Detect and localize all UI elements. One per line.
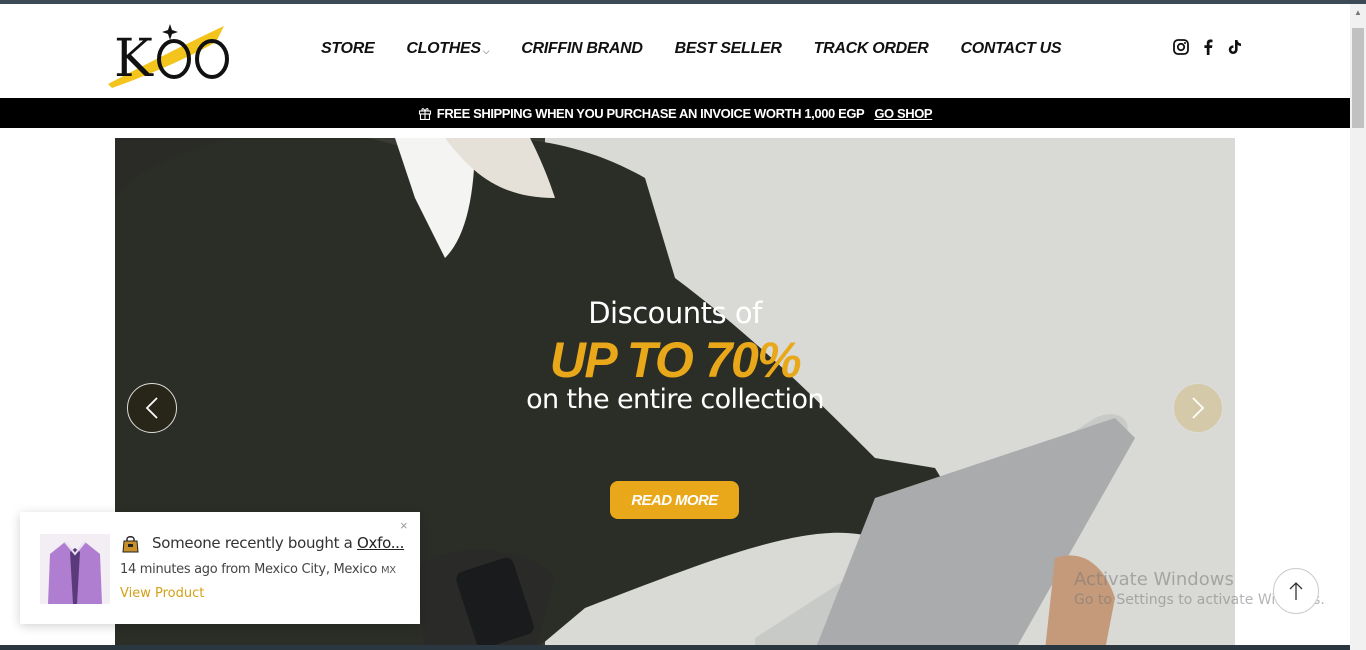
product-thumbnail[interactable] bbox=[40, 534, 110, 604]
nav-contact-us-label: CONTACT US bbox=[960, 40, 1062, 57]
chevron-left-icon bbox=[145, 397, 158, 419]
read-more-button[interactable]: READ MORE bbox=[610, 481, 739, 519]
site-header: K STORE CLOTHES ⌵ CRIFFIN BRAND BEST SELL… bbox=[0, 4, 1350, 98]
hero-subtitle: on the entire collection bbox=[526, 384, 824, 415]
chevron-right-icon bbox=[1192, 397, 1205, 419]
popup-country-code: MX bbox=[380, 565, 396, 576]
popup-message-prefix: Someone recently bought a bbox=[152, 534, 353, 552]
svg-text:K: K bbox=[114, 29, 154, 88]
hero-pre-title: Discounts of bbox=[588, 296, 762, 330]
nav-store-label: STORE bbox=[321, 40, 375, 57]
scroll-to-top-button[interactable] bbox=[1273, 568, 1319, 614]
promo-bar: FREE SHIPPING WHEN YOU PURCHASE AN INVOI… bbox=[0, 98, 1350, 128]
site-logo[interactable]: K bbox=[106, 14, 238, 89]
promo-text: FREE SHIPPING WHEN YOU PURCHASE AN INVOI… bbox=[436, 105, 865, 121]
recent-purchase-popup: × Someone recently bought a Oxfo... 14 m… bbox=[20, 512, 420, 624]
taskbar-strip bbox=[0, 645, 1350, 650]
nav-best-seller-label: BEST SELLER bbox=[674, 40, 782, 57]
slider-prev-button[interactable] bbox=[127, 383, 177, 433]
social-links bbox=[1172, 38, 1253, 56]
popup-product-link[interactable]: Oxfo... bbox=[357, 534, 404, 552]
nav-clothes-label: CLOTHES bbox=[406, 40, 481, 57]
nav-criffin-brand-label: CRIFFIN BRAND bbox=[521, 40, 643, 57]
koo-logo-icon: K bbox=[108, 24, 229, 89]
hero-content: Discounts of UP TO 70% on the entire col… bbox=[115, 296, 1235, 415]
popup-time-location-text: 14 minutes ago from Mexico City, Mexico bbox=[120, 562, 378, 577]
shopping-bag-icon bbox=[122, 536, 139, 553]
facebook-icon[interactable] bbox=[1199, 38, 1217, 56]
instagram-icon[interactable] bbox=[1172, 38, 1190, 56]
nav-store[interactable]: STORE bbox=[321, 40, 375, 58]
nav-contact-us[interactable]: CONTACT US bbox=[961, 40, 1062, 58]
popup-message: Someone recently bought a Oxfo... bbox=[152, 534, 404, 552]
go-shop-link[interactable]: GO SHOP bbox=[874, 106, 932, 121]
nav-track-order[interactable]: TRACK ORDER bbox=[814, 40, 929, 58]
nav-criffin-brand[interactable]: CRIFFIN BRAND bbox=[521, 40, 643, 58]
page-scrollbar[interactable]: ▲ bbox=[1350, 4, 1366, 650]
tiktok-icon[interactable] bbox=[1226, 38, 1244, 56]
slider-next-button[interactable] bbox=[1173, 383, 1223, 433]
scrollbar-thumb[interactable] bbox=[1352, 28, 1364, 128]
hero-headline: UP TO 70% bbox=[549, 332, 802, 388]
nav-clothes[interactable]: CLOTHES ⌵ bbox=[406, 40, 489, 58]
arrow-up-icon bbox=[1289, 582, 1303, 600]
popup-close-button[interactable]: × bbox=[400, 518, 408, 533]
nav-best-seller[interactable]: BEST SELLER bbox=[675, 40, 782, 58]
nav-track-order-label: TRACK ORDER bbox=[813, 40, 929, 57]
popup-time-location: 14 minutes ago from Mexico City, Mexico … bbox=[120, 562, 396, 577]
chevron-down-icon: ⌵ bbox=[482, 45, 490, 56]
view-product-link[interactable]: View Product bbox=[120, 586, 204, 601]
main-nav: STORE CLOTHES ⌵ CRIFFIN BRAND BEST SELLER… bbox=[321, 34, 1093, 64]
gift-icon bbox=[418, 108, 431, 120]
scroll-up-icon[interactable]: ▲ bbox=[1354, 8, 1362, 17]
